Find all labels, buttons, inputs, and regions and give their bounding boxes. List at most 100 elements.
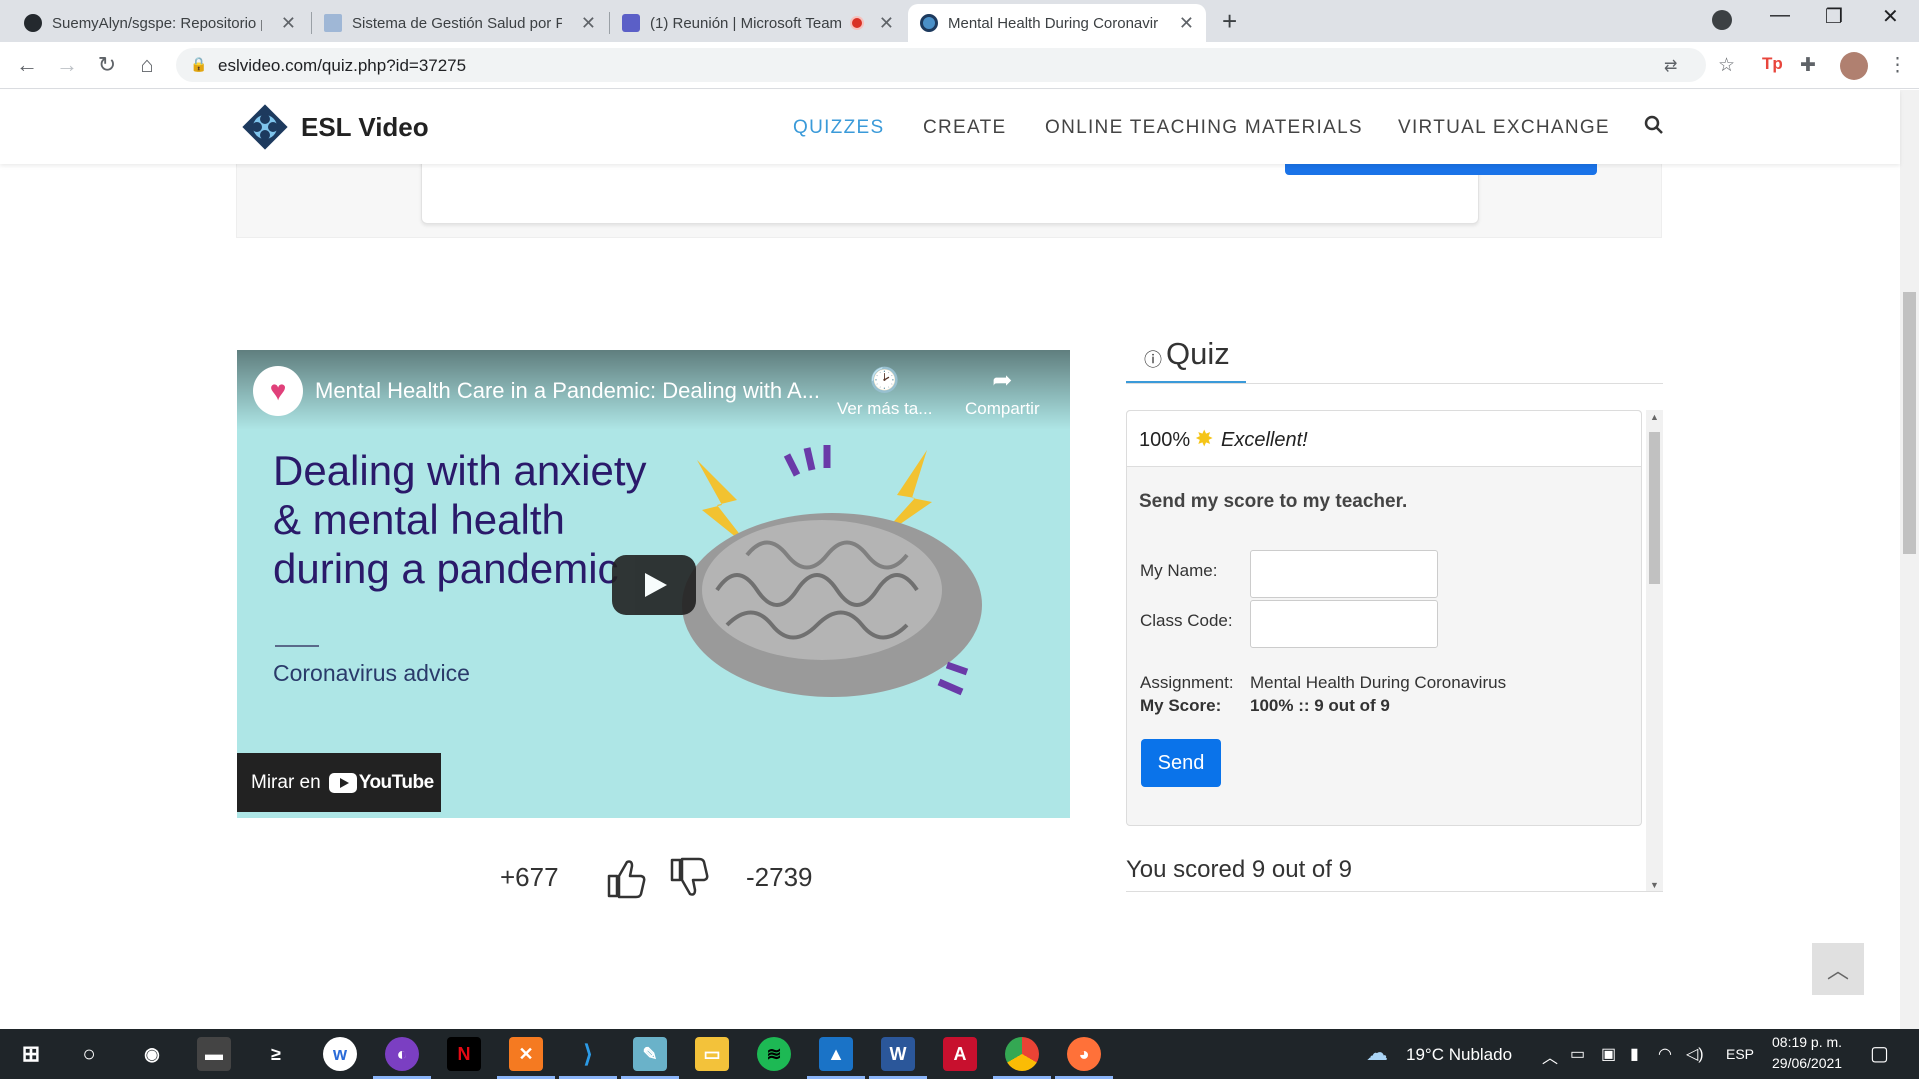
terminal-icon[interactable]: ▬ (197, 1037, 231, 1071)
result-word: Excellent! (1221, 429, 1308, 451)
profile-avatar[interactable] (1840, 52, 1868, 80)
scored-summary: You scored 9 out of 9 (1126, 856, 1352, 883)
cloud-weather-icon[interactable]: ☁ (1366, 1040, 1388, 1066)
chrome-icon[interactable] (993, 1037, 1051, 1079)
windows-start-icon[interactable]: ⊞ (14, 1037, 48, 1071)
volume-icon[interactable]: ◁) (1686, 1044, 1704, 1064)
extension-tp-icon[interactable]: Tp (1762, 54, 1783, 74)
file-explorer-icon[interactable]: ▭ (695, 1037, 729, 1071)
close-tab-icon[interactable]: ✕ (879, 13, 894, 34)
notifications-icon[interactable]: ▢ (1870, 1041, 1889, 1066)
forward-icon[interactable]: → (53, 52, 81, 78)
headline-line: during a pandemic (273, 545, 619, 592)
chevron-up-tray-icon[interactable]: ︿ (1542, 1044, 1558, 1068)
play-button-icon[interactable] (612, 555, 696, 615)
thumbs-down-icon[interactable] (668, 856, 710, 900)
name-field[interactable] (1250, 550, 1438, 598)
firefox-icon[interactable]: ◕ (1055, 1037, 1113, 1079)
nav-online-teaching-materials[interactable]: ONLINE TEACHING MATERIALS (1045, 117, 1363, 139)
language-indicator[interactable]: ESP (1726, 1046, 1754, 1062)
home-icon[interactable]: ⌂ (133, 52, 161, 78)
battery-icon[interactable]: ▭ (1570, 1044, 1585, 1064)
watch-later-button[interactable]: 🕑 Ver más ta... (837, 366, 932, 419)
clock-time[interactable]: 08:19 p. m. (1772, 1034, 1842, 1050)
back-to-top-button[interactable]: ︿ (1812, 943, 1864, 995)
page-scrollbar[interactable] (1900, 90, 1919, 1029)
github-icon (24, 14, 42, 32)
browser-tab[interactable]: (1) Reunión | Microsoft Team ✕ (610, 4, 906, 42)
scroll-up-icon[interactable]: ▲ (1650, 412, 1659, 422)
translate-icon[interactable]: ⇄ (1664, 56, 1677, 76)
watch-on-youtube-button[interactable]: Mirar en YouTube (237, 753, 441, 812)
weather-text[interactable]: 19°C Nublado (1406, 1045, 1512, 1065)
menu-dots-icon[interactable]: ⋮ (1888, 54, 1907, 77)
powershell-icon[interactable]: ≥ (259, 1037, 293, 1071)
search-icon[interactable] (1644, 115, 1664, 135)
restore-icon[interactable]: ❐ (1825, 4, 1843, 29)
app-w-icon[interactable]: w (323, 1037, 357, 1071)
browser-tab-active[interactable]: Mental Health During Coronaviru ✕ (908, 4, 1206, 42)
youtube-logo-icon: YouTube (328, 772, 434, 794)
back-icon[interactable]: ← (13, 52, 41, 78)
headline-line: & mental health (273, 496, 565, 543)
close-tab-icon[interactable]: ✕ (281, 13, 296, 34)
wifi-icon[interactable]: ◠ (1658, 1044, 1672, 1064)
watch-later-label: Ver más ta... (837, 399, 933, 418)
windows-taskbar: ⊞ ○ ◉ ▬ ≥ w ◐ N ✕ ⟩ ✎ ▭ ≋ ▲ W A ◕ ☁ 19°C… (0, 1029, 1919, 1079)
assignment-value: Mental Health During Coronavirus (1250, 673, 1507, 692)
obs-icon[interactable]: ◉ (135, 1037, 169, 1071)
nav-create[interactable]: CREATE (923, 117, 1006, 139)
video-player[interactable]: ♥ Mental Health Care in a Pandemic: Deal… (237, 350, 1070, 818)
doc-icon (324, 14, 342, 32)
eslvideo-logo-icon[interactable] (240, 102, 290, 152)
close-tab-icon[interactable]: ✕ (1179, 13, 1194, 34)
scroll-down-icon[interactable]: ▼ (1650, 880, 1659, 890)
send-button[interactable]: Send (1141, 739, 1221, 787)
scrollbar-thumb[interactable] (1649, 432, 1660, 584)
close-window-icon[interactable]: ✕ (1882, 4, 1899, 29)
netflix-icon[interactable]: N (447, 1037, 481, 1071)
quiz-scroll-area[interactable]: 100% ✸ Excellent! Send my score to my te… (1126, 410, 1663, 892)
screenshot-tool-icon[interactable]: ✎ (621, 1037, 679, 1079)
new-tab-button[interactable]: + (1222, 6, 1237, 37)
lock-icon: 🔒 (190, 56, 208, 72)
reload-icon[interactable]: ↻ (93, 52, 121, 78)
channel-avatar-heart-icon[interactable]: ♥ (253, 366, 303, 416)
site-header: ESL Video QUIZZES CREATE ONLINE TEACHING… (0, 90, 1900, 164)
tab-quiz[interactable]: ⓘ Quiz (1126, 332, 1246, 384)
site-logo-text[interactable]: ESL Video (301, 112, 429, 143)
scrollbar-thumb[interactable] (1903, 292, 1916, 554)
browser-tab[interactable]: Sistema de Gestión Salud por Par ✕ (312, 4, 608, 42)
watch-on-label: Mirar en (251, 771, 321, 793)
headline-line: Dealing with anxiety (273, 447, 647, 494)
xampp-icon[interactable]: ✕ (497, 1037, 555, 1079)
extensions-puzzle-icon[interactable]: ✚ (1800, 54, 1816, 77)
class-code-field[interactable] (1250, 600, 1438, 648)
address-bar[interactable]: 🔒 eslvideo.com/quiz.php?id=37275 ⇄ (176, 48, 1706, 82)
cortana-search-icon[interactable]: ○ (72, 1037, 106, 1071)
score-value: 100% :: 9 out of 9 (1250, 696, 1390, 715)
thumbs-up-icon[interactable] (605, 856, 647, 900)
microphone-icon[interactable]: ▮ (1630, 1044, 1639, 1064)
url-text: eslvideo.com/quiz.php?id=37275 (218, 56, 467, 75)
divider (275, 645, 319, 647)
word-icon[interactable]: W (869, 1037, 927, 1079)
nav-virtual-exchange[interactable]: VIRTUAL EXCHANGE (1398, 117, 1610, 139)
nav-quizzes[interactable]: QUIZZES (793, 117, 884, 139)
tab-title: Mental Health During Coronaviru (948, 14, 1158, 32)
quiz-scrollbar[interactable]: ▲ ▼ (1646, 410, 1663, 891)
close-tab-icon[interactable]: ✕ (581, 13, 596, 34)
vscode-icon[interactable]: ⟩ (559, 1037, 617, 1079)
spotify-icon[interactable]: ≋ (757, 1037, 791, 1071)
share-button[interactable]: ➦ Compartir (965, 366, 1040, 419)
tab-search-icon[interactable] (1712, 10, 1732, 30)
photos-icon[interactable]: ▲ (807, 1037, 865, 1079)
clock-date[interactable]: 29/06/2021 (1772, 1055, 1842, 1071)
video-title[interactable]: Mental Health Care in a Pandemic: Dealin… (315, 378, 820, 404)
bookmark-star-icon[interactable]: ☆ (1718, 54, 1735, 77)
camera-icon[interactable]: ▣ (1601, 1044, 1616, 1064)
minimize-icon[interactable]: — (1770, 4, 1790, 27)
github-desktop-icon[interactable]: ◐ (373, 1037, 431, 1079)
browser-tab[interactable]: SuemyAlyn/sgspe: Repositorio p ✕ (12, 4, 308, 42)
acrobat-icon[interactable]: A (943, 1037, 977, 1071)
